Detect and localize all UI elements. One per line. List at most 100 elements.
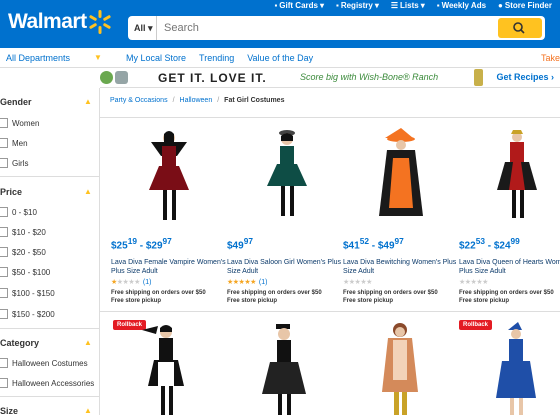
checkbox[interactable] — [0, 207, 8, 217]
rating-stars[interactable]: ★★★★★ (1) — [227, 278, 267, 286]
filter-heading-category[interactable]: Category — [0, 338, 39, 348]
product-title[interactable]: Lava Diva Bewitching Women's Plus Size A… — [343, 258, 459, 276]
top-link-gift-cards[interactable]: ▪ Gift Cards ▾ — [274, 1, 324, 10]
top-link-weekly-ads[interactable]: ▪ Weekly Ads — [437, 1, 486, 10]
shipping-info: Free shipping on orders over $50 Free sto… — [343, 290, 438, 304]
walmart-logo[interactable]: Walmart — [8, 10, 87, 34]
product-image[interactable] — [247, 128, 323, 224]
search-button[interactable] — [498, 18, 542, 38]
chevron-up-icon[interactable]: ▲ — [84, 406, 92, 415]
checkbox[interactable] — [0, 309, 8, 319]
breadcrumb-link[interactable]: Party & Occasions — [110, 97, 168, 104]
divider — [0, 328, 100, 329]
nav-link-trending[interactable]: Trending — [199, 53, 234, 63]
search-category-select[interactable]: All ▾ — [128, 16, 157, 40]
banner-subtext: Score big with Wish-Bone® Ranch — [300, 72, 439, 82]
promo-banner[interactable]: GET IT. LOVE IT. Score big with Wish-Bon… — [100, 68, 560, 88]
filter-option[interactable]: Halloween Accessories — [0, 378, 94, 388]
divider — [0, 396, 100, 397]
product-image[interactable] — [362, 322, 438, 415]
chevron-down-icon: ▾ — [420, 1, 425, 10]
shipping-info: Free shipping on orders over $50 Free sto… — [459, 290, 554, 304]
rating-stars: ★★★★★ — [343, 279, 372, 286]
chevron-up-icon[interactable]: ▲ — [84, 187, 92, 196]
checkbox[interactable] — [0, 227, 8, 237]
filter-option[interactable]: Halloween Costumes — [0, 358, 88, 368]
top-link-store-finder[interactable]: ● Store Finder — [498, 1, 552, 10]
spark-logo-icon[interactable] — [87, 9, 113, 35]
checkbox[interactable] — [0, 288, 8, 298]
filter-option[interactable]: $20 - $50 — [0, 247, 46, 257]
breadcrumb: Party & Occasions / Halloween / Fat Girl… — [110, 97, 284, 104]
filter-option[interactable]: $10 - $20 — [0, 227, 46, 237]
checkbox[interactable] — [0, 138, 8, 148]
search-input[interactable] — [164, 16, 494, 40]
product-image[interactable] — [479, 128, 555, 224]
filter-option[interactable]: $50 - $100 — [0, 267, 50, 277]
rating-stars: ★★★★★ — [459, 279, 488, 286]
all-departments-menu[interactable]: All Departments — [6, 53, 70, 63]
filter-option[interactable]: 0 - $10 — [0, 207, 37, 217]
product-image[interactable] — [363, 128, 439, 224]
divider — [100, 117, 560, 118]
gift-box-icon: ▪ — [335, 1, 339, 10]
product-price: $4152 - $4997 — [343, 236, 404, 252]
checkbox[interactable] — [0, 358, 8, 368]
chevron-up-icon[interactable]: ▲ — [84, 338, 92, 347]
filter-heading-gender[interactable]: Gender — [0, 97, 32, 107]
breadcrumb-current: Fat Girl Costumes — [224, 97, 285, 104]
banner-headline: GET IT. LOVE IT. — [158, 71, 267, 85]
rating-stars[interactable]: ★★★★★ (1) — [111, 278, 151, 286]
search-bar: All ▾ — [128, 16, 545, 40]
top-link-registry[interactable]: ▪ Registry ▾ — [336, 1, 379, 10]
product-price: $2519 - $2997 — [111, 236, 172, 252]
product-title[interactable]: Lava Diva Female Vampire Women's Plus Si… — [111, 258, 227, 276]
product-title[interactable]: Lava Diva Saloon Girl Women's Plus Size … — [227, 258, 343, 276]
get-recipes-link[interactable]: Get Recipes › — [496, 72, 554, 82]
nav-link-my-local-store[interactable]: My Local Store — [126, 53, 186, 63]
dressing-bottle-icon — [474, 69, 483, 86]
divider — [100, 311, 560, 312]
filter-option[interactable]: Girls — [0, 158, 28, 168]
product-image[interactable] — [478, 322, 554, 415]
product-image[interactable] — [128, 322, 204, 415]
filter-option[interactable]: $100 - $150 — [0, 288, 55, 298]
top-links: ▪ Gift Cards ▾ ▪ Registry ▾ ☰ Lists ▾ ▪ Weekly … — [274, 1, 552, 10]
checkbox[interactable] — [0, 247, 8, 257]
divider — [0, 176, 100, 177]
checkbox[interactable] — [0, 158, 8, 168]
promo-badge-icon — [100, 71, 113, 84]
filter-option[interactable]: Women — [0, 118, 39, 128]
checkbox[interactable] — [0, 118, 8, 128]
nav-right-link[interactable]: Take — [541, 53, 560, 63]
chevron-down-icon: ▾ — [374, 1, 379, 10]
breadcrumb-separator: / — [217, 97, 220, 104]
filter-heading-price[interactable]: Price — [0, 187, 22, 197]
shipping-info: Free shipping on orders over $50 Free sto… — [111, 290, 206, 304]
chevron-down-icon: ▾ — [319, 1, 324, 10]
search-icon — [513, 22, 525, 34]
product-image[interactable] — [131, 128, 207, 224]
product-price: $2253 - $2499 — [459, 236, 520, 252]
filter-sidebar: Gender ▲ Women Men Girls Price ▲ 0 - $10… — [0, 88, 100, 416]
product-image[interactable] — [246, 322, 322, 415]
breadcrumb-link[interactable]: Halloween — [180, 97, 213, 104]
chevron-up-icon[interactable]: ▲ — [84, 97, 92, 106]
secondary-nav: All Departments ▼ My Local Store Trendin… — [0, 48, 560, 68]
filter-option[interactable]: $150 - $200 — [0, 309, 55, 319]
location-pin-icon: ● — [498, 1, 503, 10]
breadcrumb-separator: / — [172, 97, 175, 104]
top-link-lists[interactable]: ☰ Lists ▾ — [391, 1, 425, 10]
product-price: $4997 — [227, 236, 253, 252]
checkbox[interactable] — [0, 378, 8, 388]
chevron-down-icon[interactable]: ▼ — [94, 53, 102, 62]
promo-logo-icon — [115, 71, 128, 84]
gift-icon: ▪ — [274, 1, 278, 10]
checkbox[interactable] — [0, 267, 8, 277]
nav-link-value-of-the-day[interactable]: Value of the Day — [247, 53, 313, 63]
product-title[interactable]: Lava Diva Queen of Hearts Women's Plus S… — [459, 258, 560, 276]
ad-icon: ▪ — [436, 1, 440, 10]
shipping-info: Free shipping on orders over $50 Free sto… — [227, 290, 322, 304]
header-bar: Walmart All ▾ ▪Gift Cards▾ ▪Registry▾ ☰L… — [0, 0, 560, 48]
filter-option[interactable]: Men — [0, 138, 28, 148]
